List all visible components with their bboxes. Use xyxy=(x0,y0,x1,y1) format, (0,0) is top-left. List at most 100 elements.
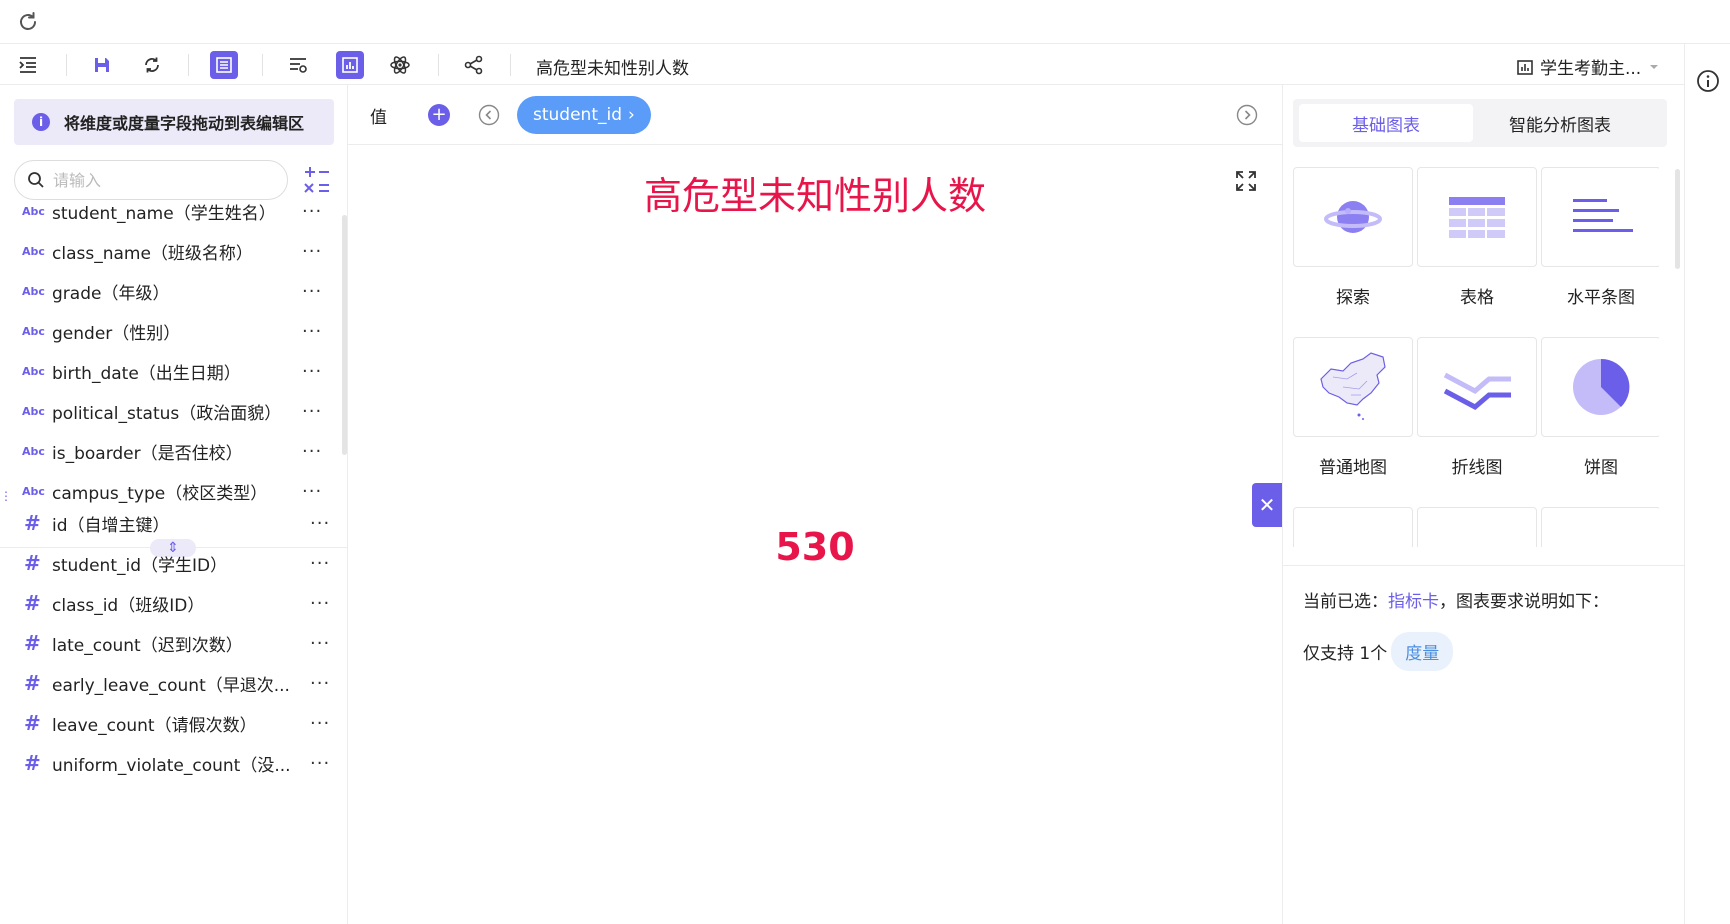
tab-basic-charts[interactable]: 基础图表 xyxy=(1299,104,1473,142)
dataset-selector[interactable]: 学生考勤主... xyxy=(1516,54,1661,79)
value-label: 值 xyxy=(370,108,387,128)
more-icon[interactable]: ··· xyxy=(310,633,330,654)
measure-field[interactable]: # student_id（学生ID） ··· xyxy=(0,543,340,583)
dimension-scrollbar[interactable] xyxy=(342,215,347,455)
line-chart-icon xyxy=(1443,372,1511,411)
more-icon[interactable]: ··· xyxy=(310,593,330,614)
measure-field[interactable]: # late_count（迟到次数） ··· xyxy=(0,623,340,663)
add-value-button[interactable]: + xyxy=(428,104,450,126)
refresh-icon[interactable] xyxy=(16,10,40,34)
dimension-field[interactable]: Abc birth_date（出生日期） ··· xyxy=(0,351,340,391)
dimension-field[interactable]: Abc grade（年级） ··· xyxy=(0,271,340,311)
chart-type-pie[interactable]: 饼图 xyxy=(1541,337,1659,478)
more-icon[interactable]: ··· xyxy=(302,201,322,222)
chart-type-more[interactable] xyxy=(1417,507,1537,547)
chart-type-map[interactable]: 普通地图 xyxy=(1293,337,1413,478)
field-name: student_name（学生姓名） xyxy=(52,203,276,224)
value-field-label: student_id xyxy=(533,105,623,125)
more-icon[interactable]: ··· xyxy=(310,713,330,734)
value-field-pill[interactable]: student_id › xyxy=(517,96,651,134)
text-type-icon: Abc xyxy=(22,404,45,418)
filter-settings-icon[interactable] xyxy=(284,51,312,79)
text-type-icon: Abc xyxy=(22,364,45,378)
more-icon[interactable]: ··· xyxy=(310,753,330,774)
close-panel-button[interactable]: ✕ xyxy=(1252,483,1282,527)
search-icon xyxy=(28,172,44,188)
more-icon[interactable]: ··· xyxy=(302,361,322,382)
measure-field[interactable]: # id（自增主键） ··· xyxy=(0,503,340,543)
indent-icon[interactable] xyxy=(14,51,42,79)
more-icon[interactable]: ··· xyxy=(302,281,322,302)
text-type-icon: Abc xyxy=(22,204,45,218)
editor-toolbar: 高危型未知性别人数 学生考勤主... xyxy=(0,44,1684,85)
atom-icon[interactable] xyxy=(386,51,414,79)
chart-type-label: 折线图 xyxy=(1451,458,1503,478)
more-icon[interactable]: ··· xyxy=(302,241,322,262)
fullscreen-icon[interactable] xyxy=(1234,169,1258,193)
chart-type-label: 饼图 xyxy=(1584,458,1618,478)
sync-icon[interactable] xyxy=(138,51,166,79)
share-icon[interactable] xyxy=(460,51,488,79)
field-name: gender（性别） xyxy=(52,323,181,344)
chart-type-more[interactable] xyxy=(1293,507,1413,547)
more-icon[interactable]: ··· xyxy=(302,321,322,342)
field-name: late_count（迟到次数） xyxy=(52,635,243,656)
measure-field[interactable]: # class_id（班级ID） ··· xyxy=(0,583,340,623)
more-icon[interactable]: ··· xyxy=(302,441,322,462)
chevron-right-icon: › xyxy=(628,105,635,125)
info-icon: i xyxy=(32,113,50,131)
measure-list: # id（自增主键） ··· # student_id（学生ID） ··· # class_i… xyxy=(0,503,340,783)
more-icon[interactable]: ··· xyxy=(310,513,330,534)
chart-type-line[interactable]: 折线图 xyxy=(1417,337,1537,478)
selected-chart-link[interactable]: 指标卡 xyxy=(1388,592,1439,612)
number-type-icon: # xyxy=(24,551,41,575)
more-icon[interactable]: ··· xyxy=(302,401,322,422)
measure-field[interactable]: # uniform_violate_count（没... ··· xyxy=(0,743,340,783)
text-type-icon: Abc xyxy=(22,284,45,298)
chart-type-more[interactable] xyxy=(1541,507,1659,547)
value-drop-zone[interactable]: 值 + student_id › xyxy=(348,85,1282,145)
chart-view-icon[interactable] xyxy=(336,51,364,79)
info-icon[interactable] xyxy=(1696,69,1720,93)
measure-field[interactable]: # early_leave_count（早退次... ··· xyxy=(0,663,340,703)
text-type-icon: Abc xyxy=(22,324,45,338)
top-bar xyxy=(0,0,1730,44)
chart-type-label: 水平条图 xyxy=(1567,288,1635,308)
field-name: early_leave_count（早退次... xyxy=(52,675,290,696)
save-icon[interactable] xyxy=(88,51,116,79)
chevron-right-circle-icon[interactable] xyxy=(1236,104,1258,126)
drag-hint: i 将维度或度量字段拖动到表编辑区 xyxy=(14,99,334,145)
chart-type-table[interactable]: 表格 xyxy=(1417,167,1537,308)
dimension-field[interactable]: Abc student_name（学生姓名） ··· xyxy=(0,191,340,231)
field-panel: i 将维度或度量字段拖动到表编辑区 Abc student_name（学生姓名） ·… xyxy=(0,85,348,924)
dimension-field[interactable]: Abc political_status（政治面貌） ··· xyxy=(0,391,340,431)
planet-icon xyxy=(1324,201,1382,233)
right-rail xyxy=(1684,44,1730,924)
field-name: campus_type（校区类型） xyxy=(52,483,268,504)
dimension-field[interactable]: Abc class_name（班级名称） ··· xyxy=(0,231,340,271)
data-view-icon[interactable] xyxy=(210,51,238,79)
search-input[interactable] xyxy=(53,170,273,190)
measure-field[interactable]: # leave_count（请假次数） ··· xyxy=(0,703,340,743)
text-type-icon: Abc xyxy=(22,244,45,258)
more-icon[interactable]: ··· xyxy=(310,673,330,694)
drag-hint-text: 将维度或度量字段拖动到表编辑区 xyxy=(64,114,305,133)
dataset-name: 学生考勤主... xyxy=(1540,59,1642,79)
dimension-field[interactable]: Abc is_boarder（是否住校） ··· xyxy=(0,431,340,471)
chart-grid-scrollbar[interactable] xyxy=(1675,169,1680,269)
chart-name[interactable]: 高危型未知性别人数 xyxy=(536,54,689,79)
field-name: leave_count（请假次数） xyxy=(52,715,257,736)
dimension-field[interactable]: Abc gender（性别） ··· xyxy=(0,311,340,351)
text-type-icon: Abc xyxy=(22,484,45,498)
more-icon[interactable]: ··· xyxy=(310,553,330,574)
chevron-left-circle-icon[interactable] xyxy=(478,104,500,126)
field-name: uniform_violate_count（没... xyxy=(52,755,291,776)
dataset-icon xyxy=(1517,59,1533,75)
chart-type-horizontal-bar[interactable]: 水平条图 xyxy=(1541,167,1659,308)
chart-type-explore[interactable]: 探索 xyxy=(1293,167,1413,308)
map-icon xyxy=(1320,352,1386,420)
tab-smart-charts[interactable]: 智能分析图表 xyxy=(1473,104,1647,142)
number-type-icon: # xyxy=(24,591,41,615)
more-icon[interactable]: ··· xyxy=(302,481,322,502)
field-name: id（自增主键） xyxy=(52,515,170,536)
